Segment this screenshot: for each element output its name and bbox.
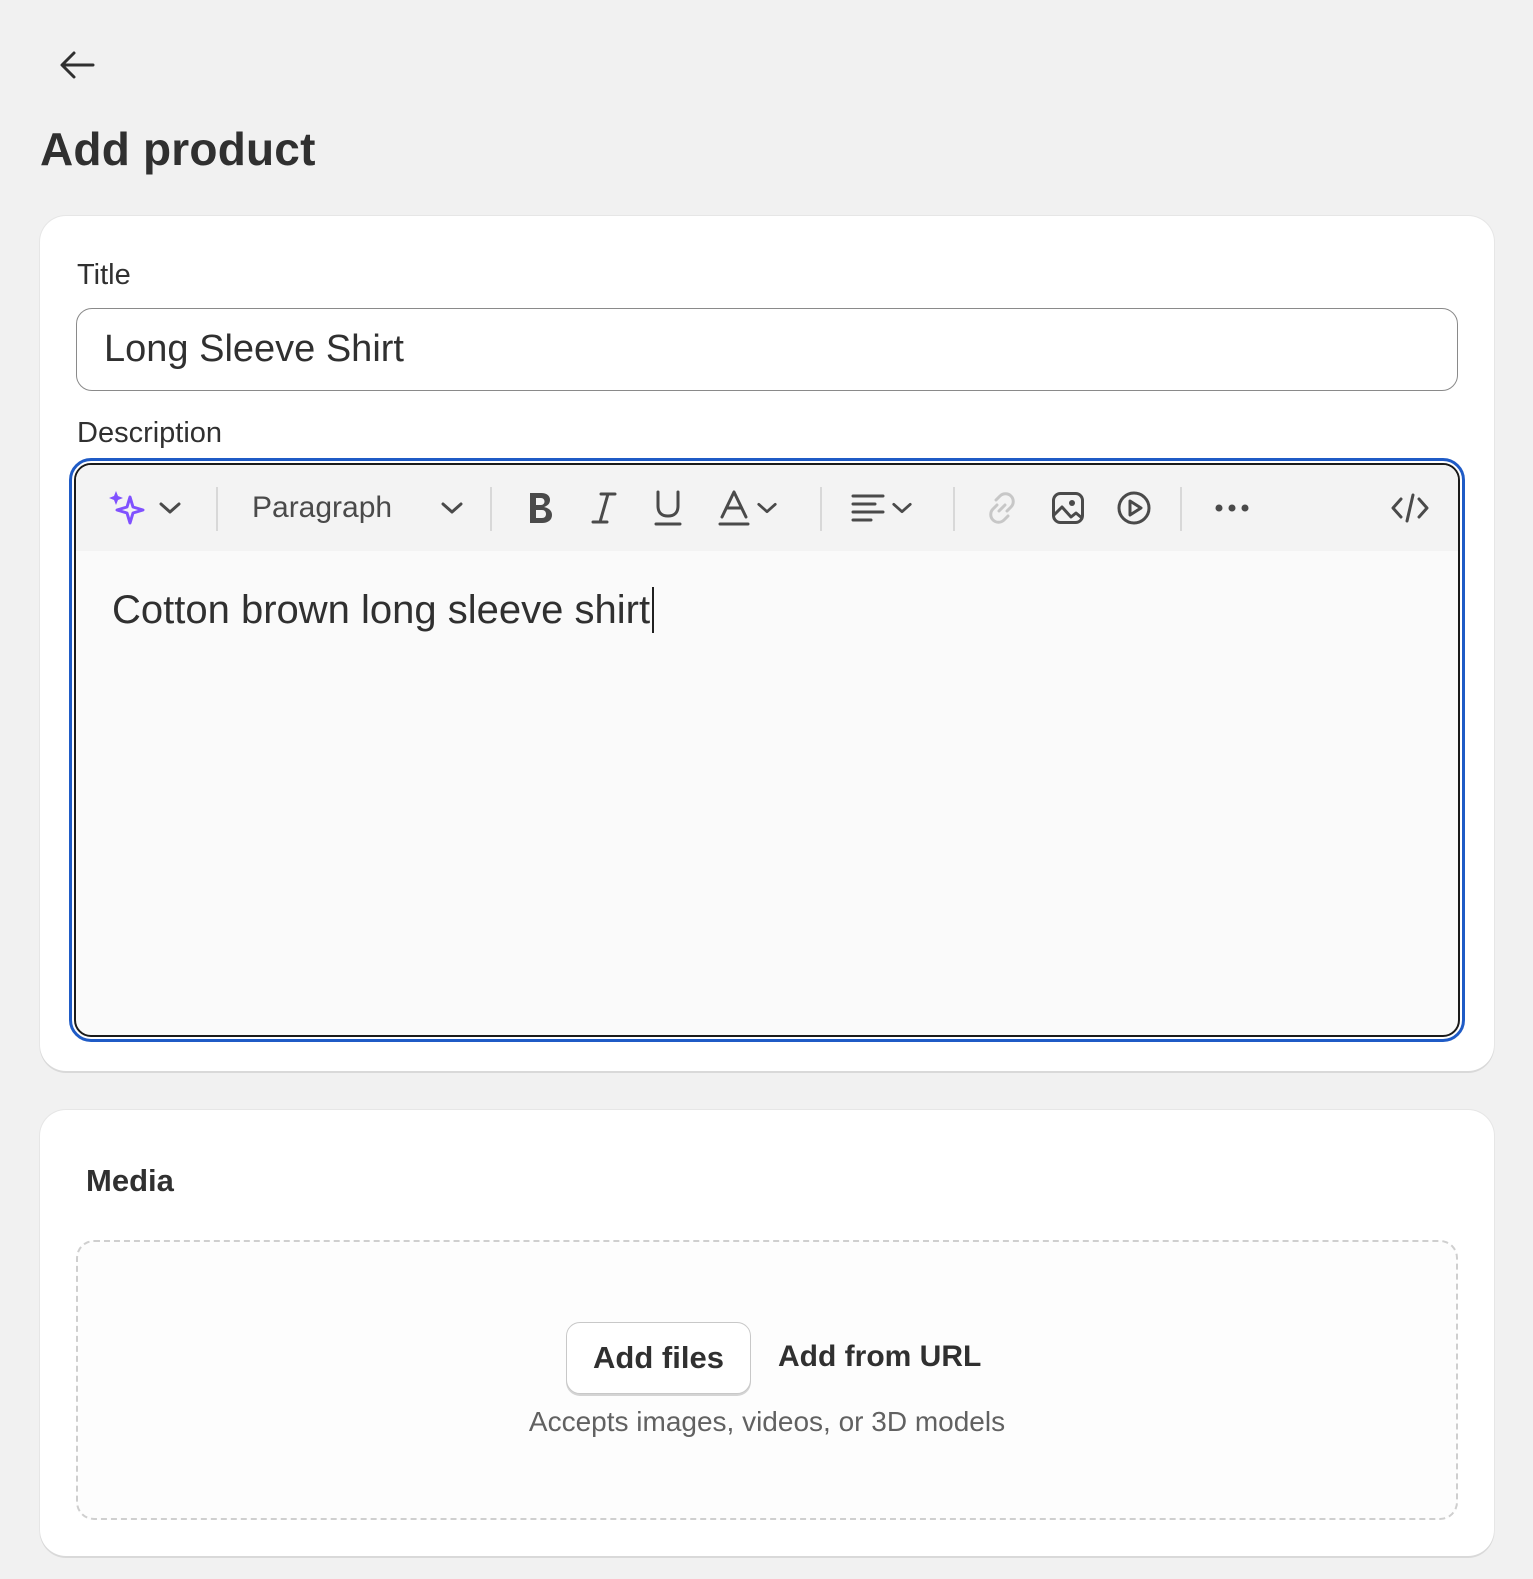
- title-input-value: Long Sleeve Shirt: [104, 328, 404, 370]
- title-input[interactable]: Long Sleeve Shirt: [76, 308, 1458, 391]
- sparkles-icon: [109, 491, 145, 525]
- bold-icon: [530, 493, 552, 523]
- media-dropzone[interactable]: Add files Add from URL Accepts images, v…: [76, 1240, 1458, 1520]
- description-text: Cotton brown long sleeve shirt: [112, 587, 651, 632]
- media-title: Media: [86, 1163, 174, 1198]
- show-html-button[interactable]: [1382, 465, 1438, 551]
- arrow-left-icon: [60, 51, 95, 79]
- toolbar-divider: [953, 487, 955, 531]
- product-details-card: Title Long Sleeve Shirt Description Para…: [40, 216, 1494, 1071]
- link-icon: [989, 492, 1015, 524]
- description-content[interactable]: Cotton brown long sleeve shirt: [112, 587, 655, 633]
- add-files-button[interactable]: Add files: [566, 1322, 751, 1394]
- underline-icon: [654, 490, 682, 526]
- ai-generate-button[interactable]: [104, 465, 186, 551]
- page-title: Add product: [40, 123, 316, 175]
- more-button[interactable]: [1204, 465, 1260, 551]
- chevron-down-icon: [159, 502, 181, 514]
- media-card: Media Add files Add from URL Accepts ima…: [40, 1110, 1494, 1556]
- link-button[interactable]: [978, 465, 1026, 551]
- accepted-formats-text: Accepts images, videos, or 3D models: [528, 1406, 1006, 1437]
- align-button[interactable]: [846, 465, 918, 551]
- description-editor[interactable]: Paragraph Cotton brown long sleeve shirt: [74, 463, 1460, 1037]
- chevron-down-icon: [892, 502, 912, 514]
- code-icon: [1391, 493, 1429, 523]
- italic-button[interactable]: [580, 465, 628, 551]
- more-icon: [1215, 504, 1249, 512]
- toolbar-divider: [216, 487, 218, 531]
- italic-icon: [591, 492, 617, 524]
- align-icon: [851, 494, 885, 522]
- insert-image-button[interactable]: [1044, 465, 1092, 551]
- back-button[interactable]: [52, 42, 102, 88]
- format-select[interactable]: Paragraph: [252, 465, 464, 551]
- format-select-value: Paragraph: [252, 491, 393, 524]
- underline-button[interactable]: [644, 465, 692, 551]
- image-icon: [1052, 492, 1084, 524]
- chevron-down-icon: [441, 502, 463, 514]
- add-from-url-button[interactable]: Add from URL: [778, 1330, 981, 1384]
- toolbar-divider: [820, 487, 822, 531]
- video-icon: [1117, 491, 1151, 525]
- toolbar-divider: [1180, 487, 1182, 531]
- toolbar-divider: [490, 487, 492, 531]
- editor-toolbar: Paragraph: [76, 465, 1458, 551]
- description-label: Description: [77, 417, 223, 449]
- text-cursor: [652, 587, 655, 633]
- bold-button[interactable]: [516, 465, 564, 551]
- text-color-button[interactable]: [708, 465, 788, 551]
- text-color-icon: [718, 490, 750, 526]
- title-label: Title: [77, 259, 131, 291]
- chevron-down-icon: [757, 502, 777, 514]
- insert-video-button[interactable]: [1110, 465, 1158, 551]
- description-editor-focus-ring: Paragraph Cotton brown long sleeve shirt: [69, 458, 1465, 1042]
